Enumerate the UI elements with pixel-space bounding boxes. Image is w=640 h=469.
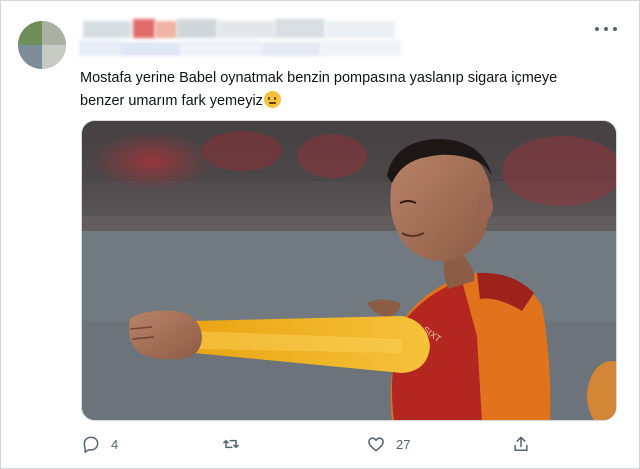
reply-icon [83, 436, 99, 454]
tweet-actions: 4 27 [81, 433, 541, 455]
more-icon[interactable] [595, 23, 617, 35]
reply-button[interactable]: 4 [81, 433, 118, 455]
like-count: 27 [396, 436, 411, 452]
neutral-face-emoji-icon [263, 91, 281, 108]
redacted-username [79, 19, 409, 63]
tweet-text-line-1: Mostafa yerine Babel oynatmak benzin pom… [80, 70, 558, 86]
like-button[interactable]: 27 [366, 433, 410, 455]
avatar[interactable] [18, 21, 66, 69]
retweet-icon [223, 439, 239, 449]
tweet-text-line-2-text: benzer umarım fark yemeyiz [80, 93, 263, 109]
tweet-card: Mostafa yerine Babel oynatmak benzin pom… [0, 0, 640, 469]
share-button[interactable] [511, 433, 531, 455]
tweet-media-image[interactable]: SIXT [81, 120, 617, 421]
retweet-button[interactable] [221, 433, 251, 455]
share-icon [514, 436, 528, 451]
tweet-text: Mostafa yerine Babel oynatmak benzin pom… [80, 67, 625, 113]
football-player-photo: SIXT [82, 121, 616, 420]
like-icon [368, 437, 384, 452]
reply-count: 4 [111, 436, 119, 452]
tweet-text-line-2: benzer umarım fark yemeyiz [80, 90, 625, 113]
